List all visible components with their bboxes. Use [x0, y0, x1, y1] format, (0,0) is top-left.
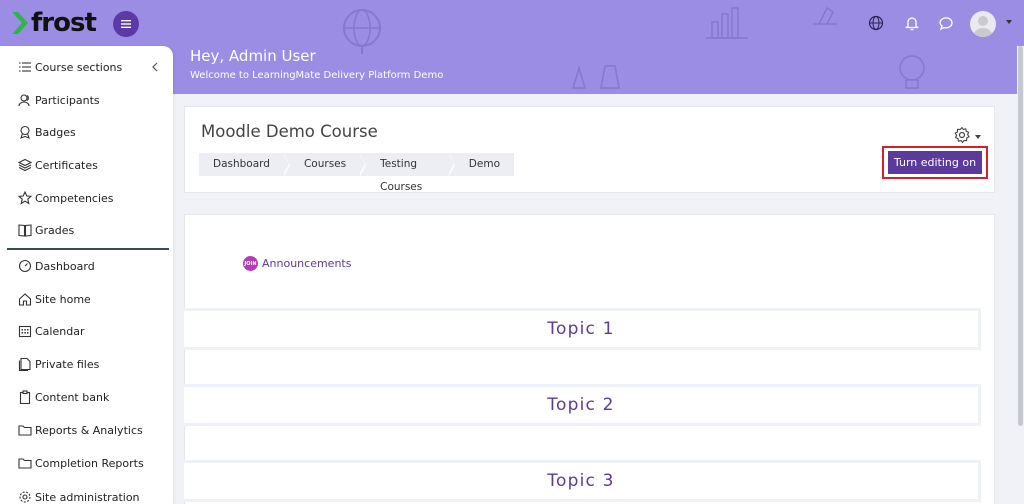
sidebar-item-label: Reports & Analytics: [35, 423, 143, 437]
course-settings-gear-icon[interactable]: [953, 126, 971, 144]
user-menu-caret-icon[interactable]: [1006, 20, 1012, 24]
microscope-decoration-icon: [813, 6, 837, 25]
sidebar-item-private-files[interactable]: Private files: [18, 354, 99, 374]
calendar-icon: [18, 325, 32, 338]
lightbulb-decoration-icon: [899, 55, 925, 89]
announcements-link[interactable]: Announcements: [262, 257, 351, 270]
frost-logo[interactable]: frost: [10, 7, 97, 39]
home-icon: [18, 293, 32, 306]
greeting-subtitle: Welcome to LearningMate Delivery Platfor…: [190, 70, 444, 81]
forum-icon: JOIN: [243, 256, 258, 271]
sidebar-item-competencies[interactable]: Competencies: [18, 188, 114, 208]
breadcrumb-courses[interactable]: Courses: [290, 153, 360, 176]
badge-icon: [20, 125, 30, 139]
user-avatar[interactable]: [970, 11, 996, 37]
menu-toggle-button[interactable]: [113, 11, 139, 37]
topic-title[interactable]: Topic 1: [547, 319, 614, 339]
topic-section[interactable]: Topic 3: [184, 460, 981, 502]
sidebar-item-content-bank[interactable]: Content bank: [18, 387, 109, 407]
greeting-title: Hey, Admin User: [190, 47, 316, 65]
user-icon: [973, 16, 993, 37]
flask-decoration-icon: [571, 65, 620, 89]
users-icon: [18, 94, 30, 107]
sidebar-item-badges[interactable]: Badges: [18, 122, 76, 142]
sidebar-item-label: Content bank: [35, 390, 110, 404]
breadcrumb: Dashboard Courses Testing Courses Demo: [199, 153, 514, 193]
collapse-drawer-icon[interactable]: [150, 62, 160, 72]
clipboard-icon: [19, 390, 31, 404]
sidebar-item-label: Completion Reports: [35, 456, 144, 470]
file-icon: [18, 357, 31, 371]
chat-icon[interactable]: [937, 14, 955, 32]
sidebar-item-reports-analytics[interactable]: Reports & Analytics: [18, 420, 143, 440]
sidebar-item-label: Calendar: [35, 324, 85, 338]
announcements-activity[interactable]: JOIN Announcements: [243, 256, 351, 271]
layers-icon: [18, 158, 32, 172]
course-header-card: [184, 106, 995, 193]
logo-text: frost: [31, 8, 97, 38]
sidebar-item-calendar[interactable]: Calendar: [18, 321, 84, 341]
sidebar-item-label: Private files: [35, 357, 100, 371]
sidebar-item-site-home[interactable]: Site home: [18, 289, 91, 309]
globe-icon[interactable]: [867, 14, 885, 32]
turn-editing-on-button[interactable]: Turn editing on: [888, 151, 982, 174]
sidebar-item-dashboard[interactable]: Dashboard: [18, 256, 95, 276]
forum-icon-badge: JOIN: [244, 260, 257, 267]
sidebar-item-label: Dashboard: [35, 259, 95, 273]
sidebar-item-participants[interactable]: Participants: [18, 90, 100, 110]
star-icon: [18, 191, 32, 205]
sidebar-item-course-sections[interactable]: Course sections: [18, 57, 122, 77]
list-icon: [19, 62, 31, 72]
topic-section[interactable]: Topic 1: [184, 308, 981, 350]
breadcrumb-demo[interactable]: Demo: [455, 153, 514, 176]
logo-chevron-icon: [12, 12, 28, 34]
folder-icon: [18, 458, 32, 469]
sidebar-item-label: Site home: [35, 292, 91, 306]
book-icon: [18, 224, 32, 237]
sidebar-item-completion-reports[interactable]: Completion Reports: [18, 453, 144, 473]
breadcrumb-testing-courses[interactable]: Testing Courses: [366, 153, 449, 193]
sidebar-item-label: Certificates: [35, 158, 98, 172]
sidebar-item-grades[interactable]: Grades: [18, 220, 74, 240]
topic-title[interactable]: Topic 2: [547, 395, 614, 415]
gauge-icon: [18, 259, 32, 273]
sidebar-item-label: Grades: [35, 223, 75, 237]
settings-caret-icon[interactable]: [975, 135, 981, 139]
menu-icon: [121, 20, 131, 28]
bell-icon[interactable]: [903, 14, 921, 32]
sidebar-divider: [7, 248, 169, 250]
gear-icon: [19, 491, 31, 503]
sidebar-item-label: Site administration: [35, 490, 140, 504]
breadcrumb-dashboard[interactable]: Dashboard: [199, 153, 284, 176]
page-title: Moodle Demo Course: [201, 122, 378, 141]
sidebar-item-site-administration[interactable]: Site administration: [18, 487, 140, 504]
sidebar-item-label: Course sections: [35, 60, 123, 74]
sidebar-item-certificates[interactable]: Certificates: [18, 155, 98, 175]
folder-icon: [18, 425, 32, 436]
sidebar-item-label: Participants: [35, 93, 100, 107]
sidebar-item-label: Competencies: [35, 191, 114, 205]
globe-decoration-icon: [343, 9, 381, 54]
topic-section[interactable]: Topic 2: [184, 384, 981, 426]
sidebar-item-label: Badges: [35, 125, 76, 139]
bar-chart-decoration-icon: [706, 7, 748, 39]
scrollbar-thumb[interactable]: [1018, 46, 1023, 426]
topic-title[interactable]: Topic 3: [547, 471, 614, 491]
